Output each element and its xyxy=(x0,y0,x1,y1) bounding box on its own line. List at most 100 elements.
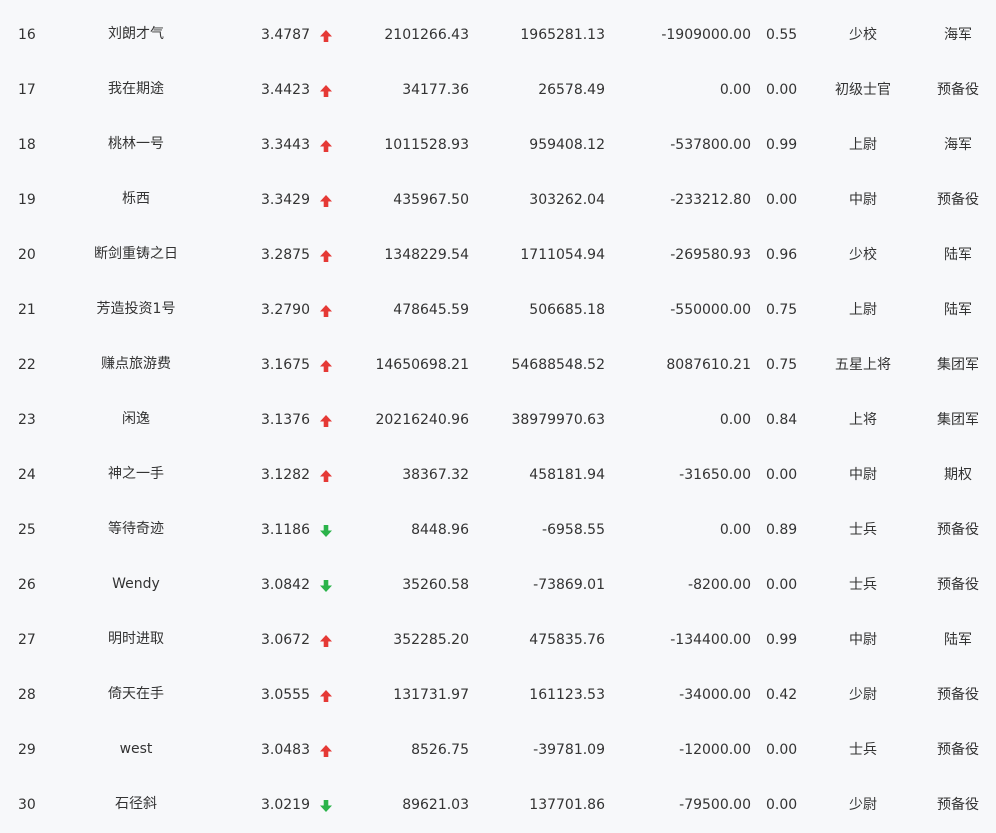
value-1: 89621.03 xyxy=(402,797,469,813)
arrow-up-icon xyxy=(319,338,333,393)
account-name[interactable]: 栎西 xyxy=(76,189,196,209)
military-rank: 中尉 xyxy=(849,192,877,208)
account-name[interactable]: Wendy xyxy=(76,574,196,594)
account-name[interactable]: 我在期途 xyxy=(76,79,196,99)
ratio-value: 0.00 xyxy=(766,577,798,593)
value-3: -79500.00 xyxy=(679,797,751,813)
arrow-up-icon xyxy=(319,63,333,118)
rank-number: 25 xyxy=(18,522,36,538)
account-name[interactable]: 断剑重铸之日 xyxy=(76,244,196,264)
account-name[interactable]: 神之一手 xyxy=(76,464,196,484)
military-rank: 初级士官 xyxy=(835,82,891,98)
value-3: 0.00 xyxy=(719,522,751,538)
ratio-value: 0.00 xyxy=(766,742,798,758)
table-row[interactable]: 22 赚点旅游费 3.1675 14650698.21 54688548.52 … xyxy=(0,338,996,393)
table-row[interactable]: 27 明时进取 3.0672 352285.20 475835.76 -1344… xyxy=(0,613,996,668)
score-value: 3.2790 xyxy=(261,302,310,318)
account-name[interactable]: 倚天在手 xyxy=(76,684,196,704)
table-row[interactable]: 16 刘朗才气 3.4787 2101266.43 1965281.13 -19… xyxy=(0,8,996,63)
military-rank: 士兵 xyxy=(849,522,877,538)
value-3: -12000.00 xyxy=(679,742,751,758)
table-row[interactable]: 21 芳造投资1号 3.2790 478645.59 506685.18 -55… xyxy=(0,283,996,338)
value-3: -269580.93 xyxy=(670,247,751,263)
value-2: 1711054.94 xyxy=(520,247,605,263)
table-row[interactable]: 20 断剑重铸之日 3.2875 1348229.54 1711054.94 -… xyxy=(0,228,996,283)
value-3: -34000.00 xyxy=(679,687,751,703)
score-value: 3.0672 xyxy=(261,632,310,648)
score-value: 3.3443 xyxy=(261,137,310,153)
ranking-table: 16 刘朗才气 3.4787 2101266.43 1965281.13 -19… xyxy=(0,0,996,829)
arrow-up-icon xyxy=(319,8,333,63)
military-rank: 少校 xyxy=(849,247,877,263)
value-2: 161123.53 xyxy=(529,687,605,703)
table-row[interactable]: 26 Wendy 3.0842 35260.58 -73869.01 -8200… xyxy=(0,558,996,613)
ratio-value: 0.42 xyxy=(766,687,798,703)
arrow-up-icon xyxy=(319,668,333,723)
score-value: 3.4423 xyxy=(261,82,310,98)
branch-label: 海军 xyxy=(944,27,972,43)
score-value: 3.3429 xyxy=(261,192,310,208)
account-name[interactable]: 等待奇迹 xyxy=(76,519,196,539)
table-row[interactable]: 24 神之一手 3.1282 38367.32 458181.94 -31650… xyxy=(0,448,996,503)
account-name[interactable]: 刘朗才气 xyxy=(76,24,196,44)
score-value: 3.0842 xyxy=(261,577,310,593)
value-2: -39781.09 xyxy=(533,742,605,758)
arrow-down-icon xyxy=(319,558,333,613)
table-row[interactable]: 30 石径斜 3.0219 89621.03 137701.86 -79500.… xyxy=(0,778,996,833)
value-1: 20216240.96 xyxy=(375,412,469,428)
rank-number: 18 xyxy=(18,137,36,153)
branch-label: 集团军 xyxy=(937,412,979,428)
military-rank: 少校 xyxy=(849,27,877,43)
value-3: -233212.80 xyxy=(670,192,751,208)
ratio-value: 0.00 xyxy=(766,797,798,813)
value-2: 475835.76 xyxy=(529,632,605,648)
account-name[interactable]: 石径斜 xyxy=(76,794,196,814)
value-1: 478645.59 xyxy=(393,302,469,318)
score-value: 3.0555 xyxy=(261,687,310,703)
value-3: -537800.00 xyxy=(670,137,751,153)
rank-number: 21 xyxy=(18,302,36,318)
branch-label: 海军 xyxy=(944,137,972,153)
ratio-value: 0.89 xyxy=(766,522,798,538)
score-value: 3.1282 xyxy=(261,467,310,483)
branch-label: 陆军 xyxy=(944,632,972,648)
military-rank: 中尉 xyxy=(849,632,877,648)
table-row[interactable]: 29 west 3.0483 8526.75 -39781.09 -12000.… xyxy=(0,723,996,778)
rank-number: 24 xyxy=(18,467,36,483)
account-name[interactable]: west xyxy=(76,739,196,759)
value-1: 352285.20 xyxy=(393,632,469,648)
military-rank: 少尉 xyxy=(849,687,877,703)
arrow-up-icon xyxy=(319,613,333,668)
table-row[interactable]: 25 等待奇迹 3.1186 8448.96 -6958.55 0.00 0.8… xyxy=(0,503,996,558)
military-rank: 中尉 xyxy=(849,467,877,483)
rank-number: 16 xyxy=(18,27,36,43)
rank-number: 20 xyxy=(18,247,36,263)
value-3: -1909000.00 xyxy=(661,27,751,43)
value-1: 2101266.43 xyxy=(384,27,469,43)
account-name[interactable]: 桃林一号 xyxy=(76,134,196,154)
account-name[interactable]: 闲逸 xyxy=(76,409,196,429)
table-row[interactable]: 28 倚天在手 3.0555 131731.97 161123.53 -3400… xyxy=(0,668,996,723)
ratio-value: 0.99 xyxy=(766,632,798,648)
branch-label: 预备役 xyxy=(937,522,979,538)
rank-number: 19 xyxy=(18,192,36,208)
value-1: 35260.58 xyxy=(402,577,469,593)
value-3: -8200.00 xyxy=(688,577,751,593)
arrow-up-icon xyxy=(319,723,333,778)
table-row[interactable]: 19 栎西 3.3429 435967.50 303262.04 -233212… xyxy=(0,173,996,228)
account-name[interactable]: 赚点旅游费 xyxy=(76,354,196,374)
value-2: -73869.01 xyxy=(533,577,605,593)
military-rank: 上尉 xyxy=(849,137,877,153)
branch-label: 期权 xyxy=(944,467,972,483)
account-name[interactable]: 明时进取 xyxy=(76,629,196,649)
table-row[interactable]: 23 闲逸 3.1376 20216240.96 38979970.63 0.0… xyxy=(0,393,996,448)
ratio-value: 0.84 xyxy=(766,412,798,428)
branch-label: 预备役 xyxy=(937,687,979,703)
rank-number: 23 xyxy=(18,412,36,428)
arrow-up-icon xyxy=(319,228,333,283)
branch-label: 陆军 xyxy=(944,302,972,318)
account-name[interactable]: 芳造投资1号 xyxy=(76,299,196,319)
table-row[interactable]: 17 我在期途 3.4423 34177.36 26578.49 0.00 0.… xyxy=(0,63,996,118)
value-3: -31650.00 xyxy=(679,467,751,483)
table-row[interactable]: 18 桃林一号 3.3443 1011528.93 959408.12 -537… xyxy=(0,118,996,173)
